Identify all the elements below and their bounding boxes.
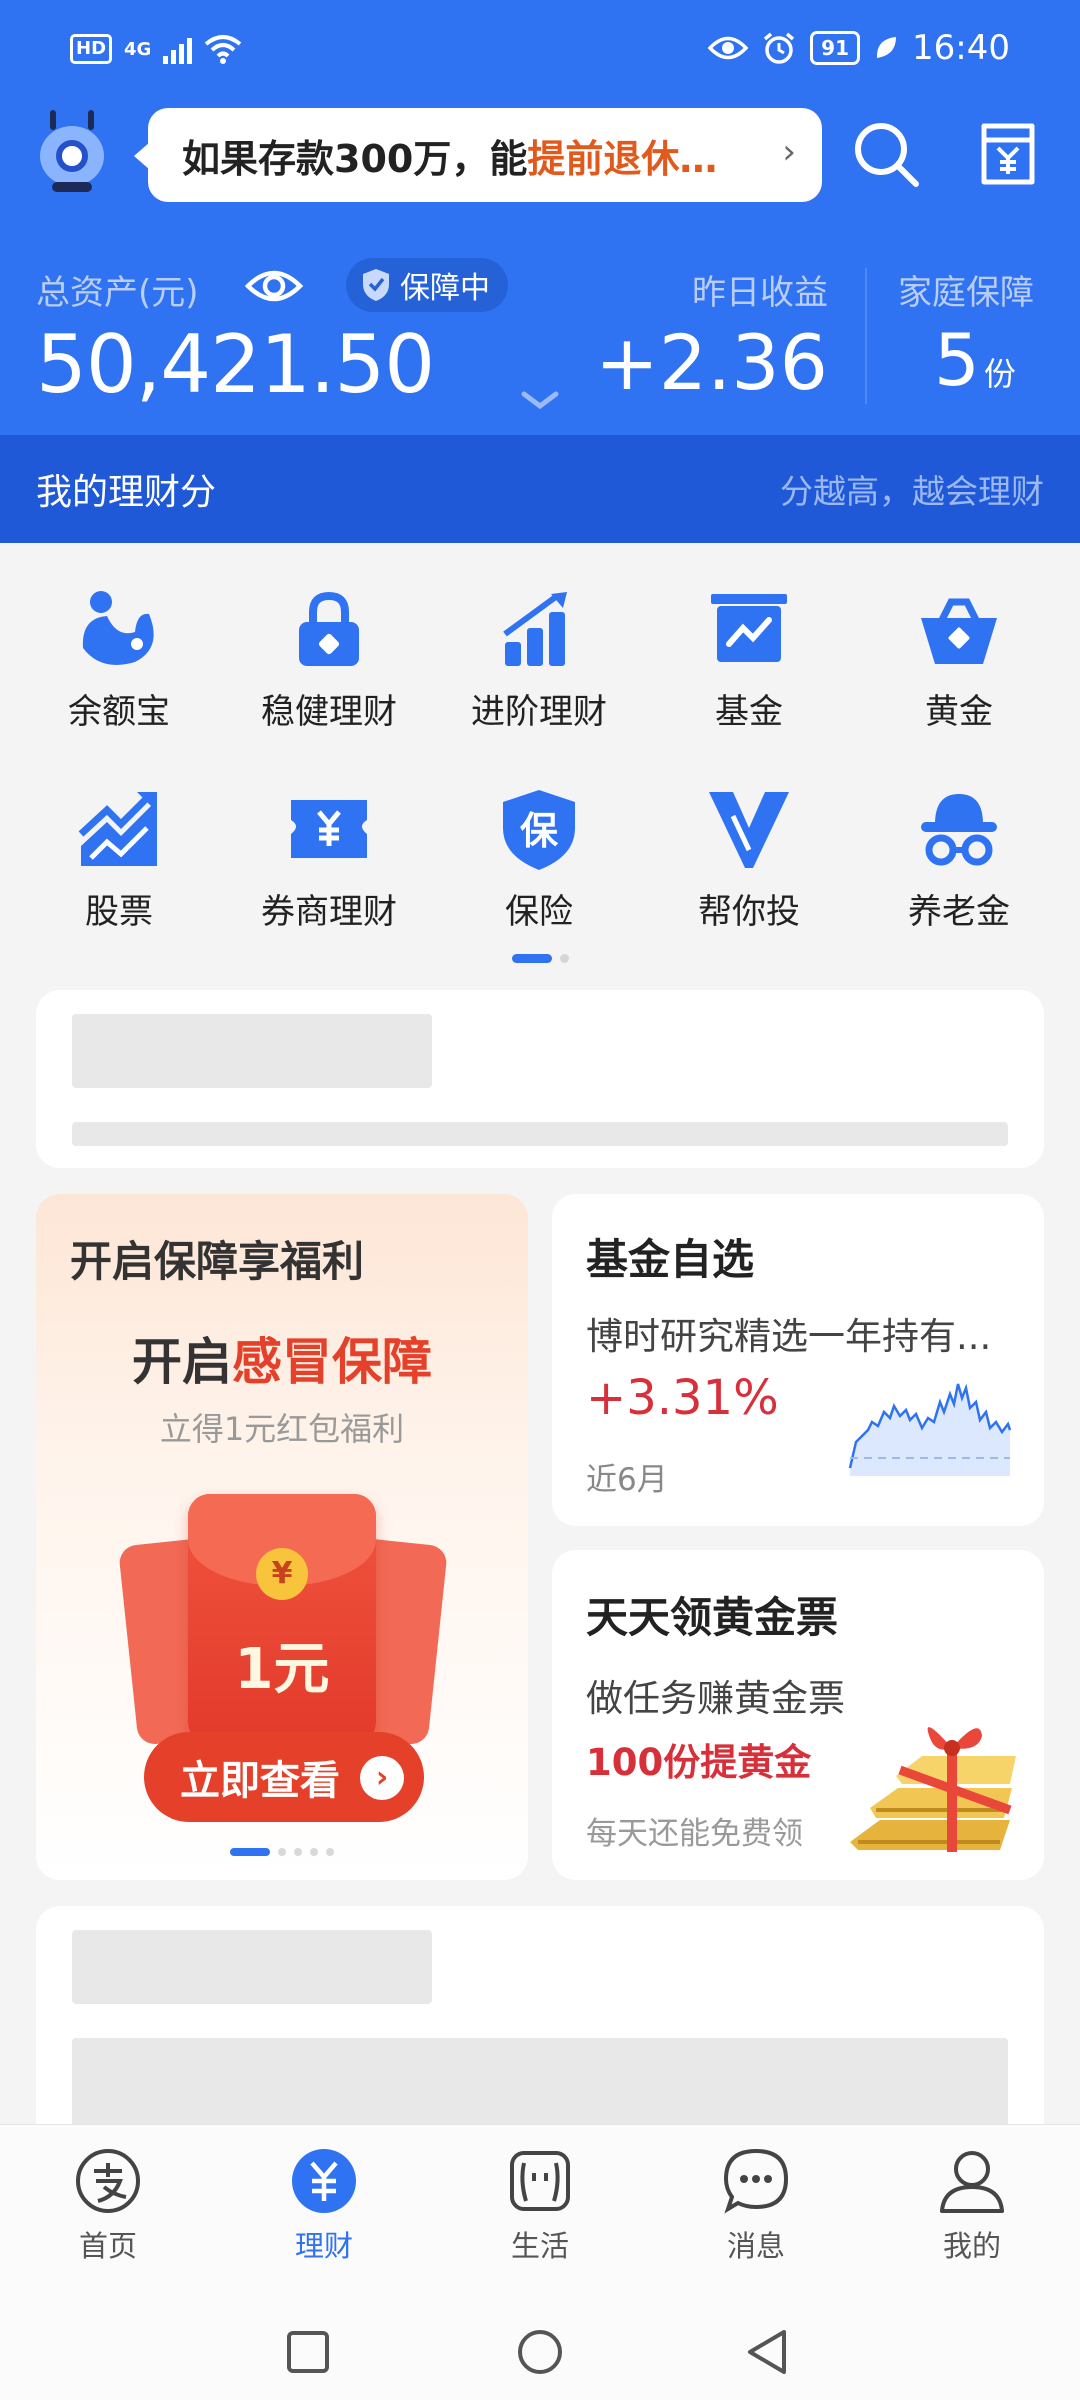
search-icon[interactable] <box>850 118 922 190</box>
life-icon <box>510 2151 570 2211</box>
tab-mine[interactable]: 我的 <box>864 2125 1080 2292</box>
header-panel: HD 4G 91 16:40 如果存款300万，能 提前退休… › 总资产(元)… <box>0 0 1080 435</box>
yuebao-icon <box>82 591 154 665</box>
pension-hat-icon <box>921 794 997 866</box>
alarm-icon <box>764 32 795 64</box>
battery-indicator: 91 <box>810 31 861 65</box>
divider <box>865 268 867 404</box>
home-circle-icon[interactable] <box>516 2328 564 2376</box>
promo-headline: 开启感冒保障 <box>132 1333 432 1391</box>
skeleton-block <box>72 1930 432 2004</box>
shield-icon <box>363 269 389 301</box>
grid-item-stocks[interactable]: 股票 <box>14 770 224 970</box>
chevron-down-icon[interactable] <box>520 390 560 412</box>
gold-basket-icon <box>921 598 997 664</box>
fund-sparkline <box>848 1383 1012 1476</box>
clock-time: 16:40 <box>912 28 1010 68</box>
fund-name: 博时研究精选一年持有... <box>586 1315 992 1358</box>
lock-icon <box>299 591 359 666</box>
arrow-right-icon: › <box>360 1756 404 1800</box>
message-bubble-icon <box>723 2148 789 2214</box>
yesterday-earnings-label: 昨日收益 <box>692 273 828 313</box>
alipay-home-icon <box>76 2149 140 2213</box>
family-protection-label: 家庭保障 <box>898 273 1034 313</box>
skeleton-block <box>72 1014 432 1088</box>
system-navigation-bar <box>0 2292 1080 2400</box>
broker-ticket-icon <box>291 800 367 858</box>
finance-score-bar[interactable]: 我的理财分 分越高，越会理财 <box>0 435 1080 543</box>
grid-item-stable-finance[interactable]: 稳健理财 <box>224 570 434 770</box>
promo-title: 开启保障享福利 <box>70 1237 365 1286</box>
envelope-amount: 1元 <box>234 1637 330 1702</box>
gold-card-line3: 每天还能免费领 <box>586 1816 803 1852</box>
network-type: 4G <box>124 38 152 60</box>
fund-chart-icon <box>711 594 787 662</box>
back-triangle-icon[interactable] <box>744 2328 790 2376</box>
fund-return-period: 近6月 <box>586 1462 668 1498</box>
grid-item-gold[interactable]: 黄金 <box>854 570 1064 770</box>
leaf-icon <box>876 37 897 58</box>
gold-bars-gift-image <box>850 1727 1016 1852</box>
news-ticker[interactable]: 如果存款300万，能 提前退休… › <box>134 108 822 202</box>
bill-icon[interactable] <box>972 118 1044 190</box>
tab-life[interactable]: 生活 <box>432 2125 648 2292</box>
grid-item-fund[interactable]: 基金 <box>644 570 854 770</box>
grid-item-broker-finance[interactable]: 券商理财 <box>224 770 434 970</box>
stock-trend-icon <box>78 792 157 866</box>
product-grid: 余额宝 稳健理财 进阶理财 基金 黄金 股票 券商理财 保 保险 帮你投 养老金 <box>0 570 1080 970</box>
user-icon <box>940 2151 1004 2213</box>
grid-item-pension[interactable]: 养老金 <box>854 770 1064 970</box>
hd-indicator: HD <box>70 34 113 64</box>
coin-icon: ¥ <box>256 1548 308 1600</box>
grid-item-advanced-finance[interactable]: 进阶理财 <box>434 570 644 770</box>
yesterday-earnings-value[interactable]: +2.36 <box>595 318 828 407</box>
wifi-icon <box>205 35 242 64</box>
signal-icon <box>163 34 193 64</box>
finance-score-title: 我的理财分 <box>36 472 217 513</box>
bar-chart-icon <box>503 592 567 666</box>
fund-return-rate: +3.31% <box>586 1370 779 1426</box>
promo-subtitle: 立得1元红包福利 <box>159 1410 405 1448</box>
tab-wealth[interactable]: 理财 <box>216 2125 432 2292</box>
bottom-tab-bar: 首页 理财 生活 消息 我的 <box>0 2124 1080 2292</box>
total-assets-label: 总资产(元) <box>36 273 199 313</box>
wealth-yuan-icon <box>292 2149 356 2213</box>
tab-home[interactable]: 首页 <box>0 2125 216 2292</box>
invest-v-icon <box>709 792 789 868</box>
svg-text:保: 保 <box>520 809 559 853</box>
eye-comfort-icon <box>708 36 749 60</box>
grid-page-indicator <box>0 954 1080 963</box>
chevron-right-icon: › <box>782 132 796 172</box>
protection-badge[interactable]: 保障中 <box>346 258 508 312</box>
gold-card-title: 天天领黄金票 <box>586 1593 839 1642</box>
grid-item-insurance[interactable]: 保 保险 <box>434 770 644 970</box>
insurance-shield-icon: 保 <box>503 790 575 870</box>
gold-card-line2: 100份提黄金 <box>586 1741 812 1784</box>
skeleton-line <box>72 1122 1008 1146</box>
promo-card[interactable]: 开启保障享福利 开启感冒保障 立得1元红包福利 ¥ 1元 立即查看 › <box>36 1194 528 1880</box>
promo-page-indicator <box>36 1848 528 1856</box>
loading-card <box>36 990 1044 1168</box>
fund-card-title: 基金自选 <box>586 1235 755 1284</box>
recent-apps-icon[interactable] <box>286 2330 330 2374</box>
red-envelope-image: ¥ 1元 <box>188 1494 376 1744</box>
grid-item-yuebao[interactable]: 余额宝 <box>14 570 224 770</box>
gold-card-line1: 做任务赚黄金票 <box>586 1677 845 1720</box>
mascot-avatar[interactable] <box>36 110 108 192</box>
view-now-button[interactable]: 立即查看 › <box>144 1732 424 1822</box>
family-protection-value[interactable]: 5份 <box>934 318 1016 402</box>
total-assets-value[interactable]: 50,421.50 <box>36 318 435 411</box>
status-bar: HD 4G 91 16:40 <box>0 0 1080 105</box>
ticker-text: 如果存款300万，能 <box>182 136 528 181</box>
finance-score-subtitle: 分越高，越会理财 <box>780 472 1044 511</box>
tab-messages[interactable]: 消息 <box>648 2125 864 2292</box>
eye-icon[interactable] <box>244 258 304 314</box>
grid-item-invest-for-you[interactable]: 帮你投 <box>644 770 854 970</box>
ticker-highlight: 提前退休… <box>527 136 718 181</box>
